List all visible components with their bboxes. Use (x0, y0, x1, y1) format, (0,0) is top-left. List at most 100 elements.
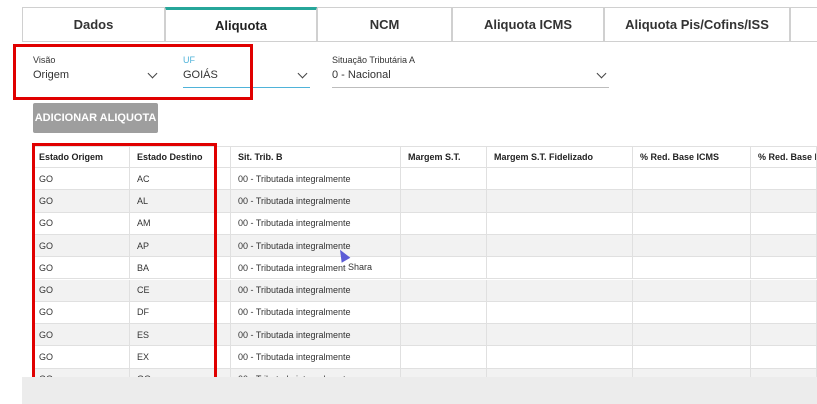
tab-label: NCM (369, 17, 400, 32)
tab-aliquota-icms[interactable]: Aliquota ICMS (452, 7, 604, 41)
add-aliquota-button-label: ADICIONAR ALIQUOTA (34, 112, 157, 124)
visao-label: Visão (33, 55, 56, 65)
tab-divider (22, 41, 817, 42)
table-cell-red-base-ic (751, 212, 817, 235)
table-cell-red-base-icms (633, 168, 751, 191)
situacao-value: 0 - Nacional (332, 69, 391, 81)
table-cell-sit-trib-b: 00 - Tributada integralmente (231, 234, 401, 258)
tab-more[interactable] (790, 7, 817, 41)
table-cell-red-base-ic (751, 301, 817, 325)
tab-label: Aliquota (215, 18, 267, 33)
table-cell-estado-origem: GO (32, 190, 130, 213)
table-cell-estado-destino: BA (130, 257, 231, 280)
tab-aliquota-pis-cofins-iss[interactable]: Aliquota Pis/Cofins/ISS (604, 7, 790, 41)
tab-label: Aliquota Pis/Cofins/ISS (625, 17, 769, 32)
table-cell-red-base-icms (633, 346, 751, 369)
table-cell-estado-origem: GO (32, 212, 130, 235)
column-header-margem-st-fidelizado[interactable]: Margem S.T. Fidelizado (487, 146, 633, 168)
table-cell-sit-trib-b: 00 - Tributada integralmente (231, 301, 401, 325)
table-cell-margem-st-fidelizado (487, 324, 633, 347)
visao-value: Origem (33, 69, 70, 81)
uf-underline (183, 87, 310, 88)
table-cell-estado-destino: AL (130, 190, 231, 213)
table-cell-margem-st-fidelizado (487, 257, 633, 280)
table-cell-sit-trib-b: 00 - Tributada integralmente (231, 190, 401, 213)
table-cell-red-base-ic (751, 168, 817, 191)
table-cell-estado-origem: GO (32, 234, 130, 258)
table-cell-margem-st (401, 257, 487, 280)
table-cell-sit-trib-b: 00 - Tributada integralmente (231, 279, 401, 302)
tab-bar: Dados Aliquota NCM Aliquota ICMS Aliquot… (22, 7, 817, 42)
table-cell-sit-trib-b: 00 - Tributada integralmente (231, 212, 401, 235)
table-cell-red-base-icms (633, 368, 751, 377)
table-cell-red-base-ic (751, 190, 817, 213)
table-cell-sit-trib-b: 00 - Tributada integralmente (231, 168, 401, 191)
table-cell-margem-st-fidelizado (487, 346, 633, 369)
add-aliquota-button[interactable]: ADICIONAR ALIQUOTA (33, 103, 158, 133)
table-cell-estado-destino: EX (130, 346, 231, 369)
situacao-tributaria-select[interactable]: Situação Tributária A 0 - Nacional (332, 54, 609, 88)
table-cell-sit-trib-b: 00 - Tributada integralmente (231, 346, 401, 369)
table-cell-estado-destino: AC (130, 168, 231, 191)
table-cell-margem-st (401, 168, 487, 191)
uf-value: GOIÁS (183, 69, 218, 81)
tab-label: Dados (73, 17, 114, 32)
table-cell-estado-origem: GO (32, 168, 130, 191)
tab-aliquota[interactable]: Aliquota (165, 7, 317, 41)
column-header-red-base-icms[interactable]: % Red. Base ICMS (633, 146, 751, 168)
tab-dados[interactable]: Dados (22, 7, 165, 41)
chevron-down-icon (596, 68, 607, 79)
table-cell-red-base-ic (751, 234, 817, 258)
column-header-sit-trib-b[interactable]: Sit. Trib. B (231, 146, 401, 168)
table-cell-sit-trib-b: 00 - Tributada integralmente (231, 324, 401, 347)
uf-select[interactable]: UF GOIÁS (183, 54, 310, 88)
table-cell-red-base-icms (633, 257, 751, 280)
table-cell-margem-st (401, 301, 487, 325)
tab-ncm[interactable]: NCM (317, 7, 452, 41)
table-cell-estado-origem: GO (32, 368, 130, 377)
table-cell-margem-st (401, 212, 487, 235)
table-cell-estado-destino: AM (130, 212, 231, 235)
table-cell-red-base-ic (751, 368, 817, 377)
table-cell-red-base-icms (633, 301, 751, 325)
column-header-estado-destino[interactable]: Estado Destino (130, 146, 231, 168)
table-cell-estado-origem: GO (32, 301, 130, 325)
table-cell-red-base-icms (633, 324, 751, 347)
table-cell-margem-st (401, 368, 487, 377)
column-header-red-base-ic[interactable]: % Red. Base IC (751, 146, 817, 168)
table-cell-red-base-icms (633, 279, 751, 302)
tooltip: Shara (346, 262, 375, 272)
chevron-down-icon (297, 68, 308, 79)
table-cell-estado-origem: GO (32, 279, 130, 302)
table-cell-red-base-ic (751, 257, 817, 280)
tab-label: Aliquota ICMS (483, 17, 573, 32)
situacao-underline (332, 87, 609, 88)
table-cell-red-base-ic (751, 346, 817, 369)
table-cell-estado-destino: AP (130, 234, 231, 258)
table-cell-margem-st (401, 234, 487, 258)
table-cell-red-base-icms (633, 212, 751, 235)
table-cell-margem-st (401, 279, 487, 302)
table-cell-estado-origem: GO (32, 324, 130, 347)
table-cell-red-base-ic (751, 324, 817, 347)
table-cell-estado-origem: GO (32, 257, 130, 280)
visao-select[interactable]: Visão Origem (33, 54, 160, 88)
column-header-estado-origem[interactable]: Estado Origem (32, 146, 130, 168)
table-cell-margem-st-fidelizado (487, 190, 633, 213)
table-cell-sit-trib-b: 00 - Tributada integralmente (231, 257, 401, 280)
table-cell-margem-st-fidelizado (487, 212, 633, 235)
table-cell-red-base-ic (751, 279, 817, 302)
aliquota-table: Estado Origem Estado Destino Sit. Trib. BM… (32, 146, 817, 377)
table-cell-red-base-icms (633, 190, 751, 213)
table-cell-red-base-icms (633, 234, 751, 258)
column-header-margem-st[interactable]: Margem S.T. (401, 146, 487, 168)
uf-label: UF (183, 55, 195, 65)
table-cell-margem-st-fidelizado (487, 279, 633, 302)
table-cell-estado-origem: GO (32, 346, 130, 369)
table-cell-estado-destino: ES (130, 324, 231, 347)
table-cell-margem-st-fidelizado (487, 368, 633, 377)
table-cell-estado-destino: DF (130, 301, 231, 325)
table-cell-margem-st (401, 190, 487, 213)
table-cell-sit-trib-b: 00 - Tributada integralmente (231, 368, 401, 377)
table-cell-margem-st (401, 324, 487, 347)
